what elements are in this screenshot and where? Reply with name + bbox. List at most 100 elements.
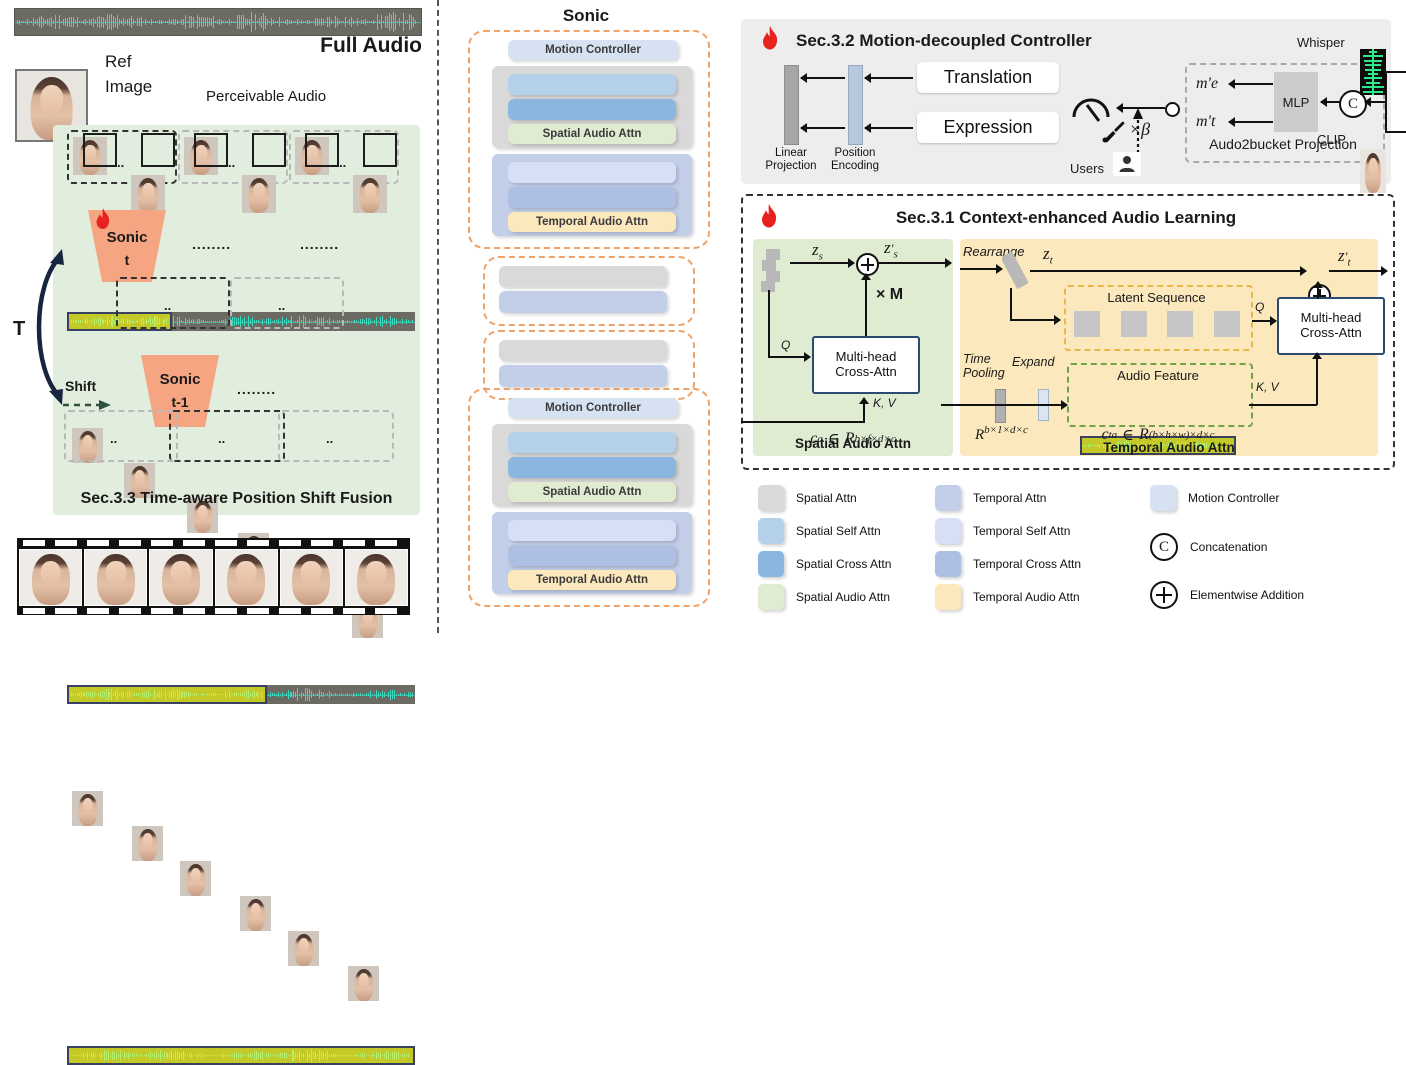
mlp-block[interactable]: MLP (1274, 72, 1318, 132)
temporal-cross-attn-block[interactable] (508, 187, 676, 208)
arrow-mlp-to-mt (1229, 121, 1273, 123)
translation-box[interactable]: Translation (917, 62, 1059, 93)
users-label: Users (1070, 161, 1104, 176)
film-frame (19, 549, 83, 606)
arrow-mlp-to-me (1229, 83, 1273, 85)
legend-swatch (1150, 485, 1176, 511)
film-perforation-row-bottom (17, 606, 410, 615)
time-pooling-line1: Time (963, 352, 991, 366)
arrow-expand-to-audio-feature (1003, 404, 1067, 406)
film-frames (19, 549, 409, 606)
linear-projection-bar (784, 65, 799, 145)
audio-input-line (941, 404, 1003, 406)
wrench-icon (1101, 119, 1127, 150)
arrow-zs-to-add (790, 262, 854, 264)
spatial-audio-attn-panel-label: Spatial Audio Attn (795, 435, 911, 451)
spatial-cross-attn-block[interactable] (508, 457, 676, 478)
audio2bucket-title: Audo2bucket Projection (1209, 136, 1357, 152)
spatial-audio-attn-label: Spatial Audio Attn (542, 486, 642, 498)
expand-label: Expand (1012, 355, 1055, 369)
frame-gap-dots: .. (278, 298, 286, 313)
times-m-label: × M (876, 286, 904, 303)
spatial-attn-collapsed-block[interactable] (499, 266, 667, 287)
spatial-audio-attn-block[interactable]: Spatial Audio Attn (508, 482, 676, 502)
expression-box[interactable]: Expression (917, 112, 1059, 143)
spatial-audio-attn-block[interactable]: Spatial Audio Attn (508, 124, 676, 144)
legend-item-label: Elementwise Addition (1190, 588, 1305, 602)
spatial-cross-attn-block[interactable] (508, 99, 676, 120)
sec33-title: Sec.3.3 Time-aware Position Shift Fusion (80, 490, 393, 507)
panel-divider (437, 0, 439, 633)
frame-gap-dots: .. (228, 155, 236, 170)
motion-controller-block[interactable]: Motion Controller (508, 40, 678, 60)
z-s-prime-label: z′s (884, 238, 898, 261)
temporal-audio-attn-block[interactable]: Temporal Audio Attn (508, 570, 676, 590)
legend-item-label: Temporal Cross Attn (973, 557, 1082, 571)
time-pooling-line2: Pooling (963, 366, 1005, 381)
legend-item-label: Temporal Attn (973, 491, 1047, 505)
spatial-q-vertical (768, 290, 770, 357)
user-icon (1113, 152, 1141, 176)
spatial-attn-line2: Cross-Attn (835, 364, 897, 379)
frame-group-row3-1 (64, 410, 178, 462)
arrow-pe-to-lp-expression (801, 127, 845, 129)
concat-symbol: C (1347, 95, 1358, 112)
spatial-attn-container[interactable]: Spatial Audio Attn (492, 424, 692, 506)
branch-whisper-line (1385, 71, 1406, 73)
motion-controller-block[interactable]: Motion Controller (508, 398, 678, 418)
frame-outline (363, 133, 397, 167)
legend-swatch (935, 485, 961, 511)
z-s-prime-text: z (884, 238, 891, 257)
arrow-translation-to-pe (865, 77, 913, 79)
time-pooling-bar (995, 389, 1006, 423)
junction-node (1165, 102, 1180, 117)
sonic-module-t-subscript: t (124, 252, 130, 268)
z-t-prime-label: z′t (1338, 246, 1351, 269)
sonic-block-group-top[interactable]: Motion Controller Spatial Audio Attn Tem… (468, 30, 710, 249)
arrow-to-latent-sequence (1010, 319, 1060, 321)
legend-item: Spatial Attn (758, 485, 857, 511)
flame-icon (759, 26, 781, 59)
temporal-q-label: Q (1255, 300, 1265, 314)
spectrogram-lines (1360, 49, 1386, 95)
frame-gap-dots: .. (110, 431, 118, 446)
m-t-prime-text: m't (1196, 113, 1216, 130)
legend-swatch (758, 518, 784, 544)
temporal-attn-container[interactable]: Temporal Audio Attn (492, 154, 692, 236)
spatial-kv-horizontal (741, 421, 865, 423)
spatial-cross-attn-box[interactable]: Multi-head Cross-Attn (812, 336, 920, 394)
sonic-module-t1-label: Sonic (159, 370, 201, 388)
legend-item: Temporal Cross Attn (935, 551, 1081, 577)
time-pooling-label: Time Pooling (963, 352, 1005, 381)
temporal-self-attn-block[interactable] (508, 520, 676, 541)
legend: Spatial Attn Spatial Self Attn Spatial Cro… (750, 485, 1400, 625)
translation-label: Translation (943, 67, 1033, 87)
sonic-block-group-bottom[interactable]: Motion Controller Spatial Audio Attn Tem… (468, 388, 710, 607)
arrow-kv-to-spatial-attn (863, 398, 865, 423)
temporal-cross-attn-box[interactable]: Multi-head Cross-Attn (1277, 297, 1385, 355)
spatial-self-attn-block[interactable] (508, 432, 676, 453)
z-t-sub: t (1049, 254, 1053, 267)
frame-group-row3-3 (278, 410, 394, 462)
arrow-q-to-spatial-attn (768, 356, 810, 358)
temporal-self-attn-block[interactable] (508, 162, 676, 183)
frame-gap-dots: .. (326, 431, 334, 446)
spatial-self-attn-block[interactable] (508, 74, 676, 95)
temporal-attn-collapsed-block[interactable] (499, 291, 667, 313)
full-audio-waveform (14, 8, 422, 36)
temporal-attn-collapsed-block[interactable] (499, 365, 667, 387)
full-audio-label: Full Audio (320, 34, 422, 57)
temporal-attn-container[interactable]: Temporal Audio Attn (492, 512, 692, 594)
temporal-cross-attn-block[interactable] (508, 545, 676, 566)
temporal-attn-line2: Cross-Attn (1300, 325, 1362, 340)
legend-swatch (935, 551, 961, 577)
sonic-block-group-mid-1[interactable] (483, 256, 695, 326)
spatial-attn-collapsed-block[interactable] (499, 340, 667, 361)
spatial-attn-container[interactable]: Spatial Audio Attn (492, 66, 692, 148)
legend-swatch (935, 518, 961, 544)
row1-ellipsis-2: ........ (300, 236, 340, 252)
frame-thumbnail (353, 175, 387, 213)
temporal-branch-vertical (1010, 288, 1012, 320)
frame-gap-dots: .. (117, 155, 125, 170)
temporal-audio-attn-block[interactable]: Temporal Audio Attn (508, 212, 676, 232)
